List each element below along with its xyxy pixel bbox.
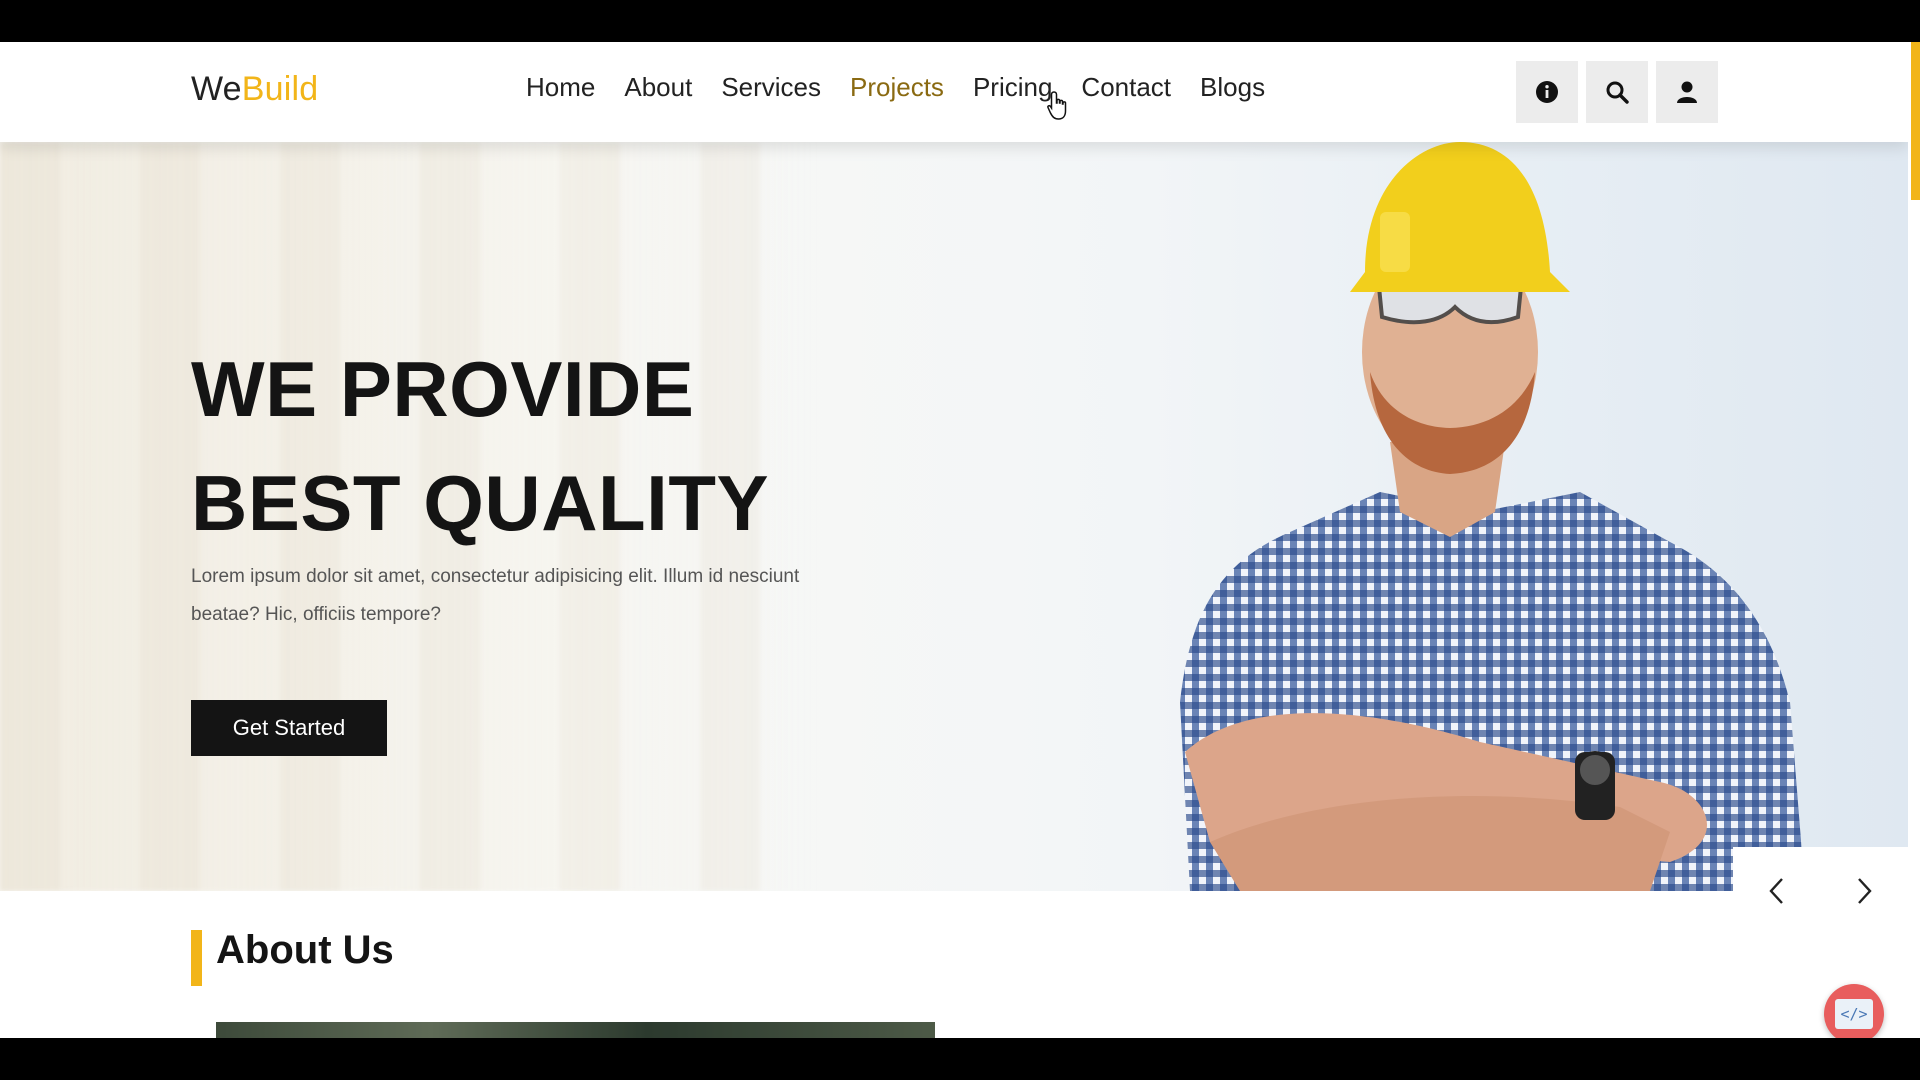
browser-viewport: WeBuild Home About Services Projects Pri… (0, 42, 1920, 1038)
code-icon: </> (1835, 999, 1873, 1029)
nav-projects[interactable]: Projects (850, 72, 944, 103)
nav-blogs[interactable]: Blogs (1200, 72, 1265, 103)
chevron-right-icon (1858, 878, 1872, 904)
logo-we: We (191, 70, 242, 108)
chevron-left-icon (1769, 878, 1783, 904)
site-logo[interactable]: WeBuild (191, 70, 318, 109)
search-icon (1606, 81, 1629, 104)
slider-next-button[interactable] (1844, 871, 1884, 911)
info-button[interactable] (1516, 61, 1578, 123)
logo-build: Build (241, 70, 319, 108)
code-widget-button[interactable]: </> (1824, 984, 1884, 1038)
nav-pricing[interactable]: Pricing (973, 72, 1052, 103)
nav-home[interactable]: Home (526, 72, 595, 103)
page-scrollbar[interactable] (1908, 42, 1920, 1038)
nav-services[interactable]: Services (721, 72, 821, 103)
account-button[interactable] (1656, 61, 1718, 123)
slider-prev-button[interactable] (1757, 871, 1797, 911)
get-started-button[interactable]: Get Started (191, 700, 387, 756)
search-button[interactable] (1586, 61, 1648, 123)
hand-cursor-icon (1047, 91, 1067, 120)
slider-controls (1733, 847, 1908, 935)
user-icon (1677, 81, 1697, 103)
info-icon (1536, 81, 1558, 103)
hero-description: Lorem ipsum dolor sit amet, consectetur … (191, 566, 800, 625)
hero-title: WE PROVIDE BEST QUALITY (191, 332, 769, 560)
hero-title-line2: BEST QUALITY (191, 459, 770, 547)
nav-contact[interactable]: Contact (1081, 72, 1171, 103)
hero-title-line1: WE PROVIDE (191, 345, 695, 433)
main-nav: Home About Services Projects Pricing Con… (526, 72, 1265, 103)
nav-about[interactable]: About (624, 72, 692, 103)
about-accent-bar (191, 930, 202, 986)
about-heading: About Us (216, 928, 394, 972)
header-icons (1516, 61, 1718, 123)
about-image (216, 1022, 935, 1038)
hero-worker-image (1180, 142, 1805, 891)
site-header: WeBuild Home About Services Projects Pri… (0, 42, 1908, 142)
hero-slider: WE PROVIDE BEST QUALITY Lorem ipsum dolo… (0, 142, 1908, 891)
scrollbar-thumb[interactable] (1911, 42, 1920, 200)
